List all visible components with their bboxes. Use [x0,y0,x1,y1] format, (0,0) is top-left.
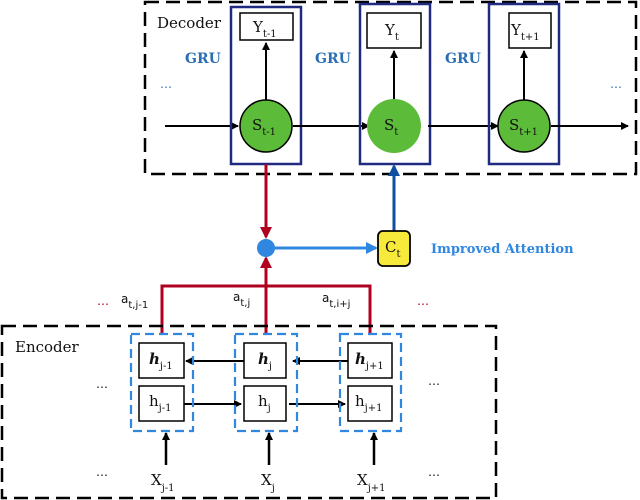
backward-hidden-subscript: j-1 [159,361,173,372]
input-subscript: j [271,483,275,494]
input-label: X [151,471,162,489]
attention-sum-node [257,239,275,257]
encoder-cell: hj-1 hj-1 Xj-1 [129,332,195,494]
svg-text:Xj: Xj [261,471,275,494]
encoder-title: Encoder [15,338,80,356]
backward-hidden-subscript: j+1 [365,361,384,372]
svg-text:Xj-1: Xj-1 [151,471,175,494]
encoder-ellipsis: … [428,374,440,388]
state-node [239,99,293,153]
gru-cell: Yt-1 St-1 [229,5,303,166]
output-subscript: t+1 [521,32,540,43]
weights-ellipsis-left: … [97,294,109,308]
decoder-ellipsis-right: … [610,77,622,91]
gru-cell: Yt+1 St+1 [487,2,561,166]
improved-attention-label: Improved Attention [431,242,574,257]
backward-hidden-label: h [355,350,366,368]
attention-diagram: Decoder GRU GRU GRU … … Yt-1 St-1 Yt St [0,0,638,500]
context-label: C [385,238,396,256]
svg-text:at,j-1: at,j-1 [121,292,148,311]
forward-hidden-subscript: j [267,403,271,414]
backward-hidden-subscript: j [268,361,272,372]
gru-label: GRU [315,51,351,67]
attention-block: Ct Improved Attention … at,j-1 at,j at,i… [97,164,574,334]
encoder-block: Encoder … … … … hj-1 hj-1 Xj-1 hj hj Xj … [0,324,498,500]
encoder-cell: hj+1 hj+1 Xj+1 [338,332,403,494]
state-label: S [509,116,519,134]
forward-hidden-subscript: j+1 [364,403,383,414]
input-subscript: j+1 [367,483,386,494]
svg-text:at,j: at,j [233,290,250,309]
weight-subscript: t,j [240,298,250,309]
input-subscript: j-1 [161,483,175,494]
output-subscript: t-1 [263,29,277,40]
encoder-cell: hj hj Xj [233,332,299,494]
decoder-ellipsis-left: … [160,77,172,91]
state-node [497,99,551,153]
gru-label: GRU [445,51,481,67]
svg-text:at,i+j: at,i+j [322,291,350,310]
state-subscript: t-1 [262,127,276,138]
backward-hidden-label: h [258,350,269,368]
gru-label: GRU [185,51,221,67]
encoder-ellipsis: … [96,465,108,479]
forward-hidden-label: h [149,392,159,410]
weight-subscript: t,i+j [329,299,350,310]
forward-hidden-label: h [355,392,365,410]
gru-cell: Yt St [358,2,432,166]
output-subscript: t [395,32,399,43]
weight-label: a [121,292,128,306]
weight-label: a [233,290,240,304]
weights-ellipsis-right: … [417,294,429,308]
encoder-ellipsis: … [428,465,440,479]
weight-label: a [322,291,329,305]
decoder-title: Decoder [157,14,222,32]
forward-hidden-label: h [258,392,268,410]
state-subscript: t+1 [519,127,538,138]
backward-hidden-label: h [149,350,160,368]
input-label: X [357,471,368,489]
svg-text:Xj+1: Xj+1 [357,471,386,494]
forward-hidden-subscript: j-1 [158,403,172,414]
weight-subscript: t,j-1 [128,300,148,311]
context-subscript: t [396,249,400,260]
input-label: X [261,471,272,489]
decoder-block: Decoder GRU GRU GRU … … Yt-1 St-1 Yt St [143,0,638,176]
encoder-ellipsis: … [96,377,108,391]
state-label: S [252,116,262,134]
state-subscript: t [394,127,398,138]
state-label: S [384,116,394,134]
